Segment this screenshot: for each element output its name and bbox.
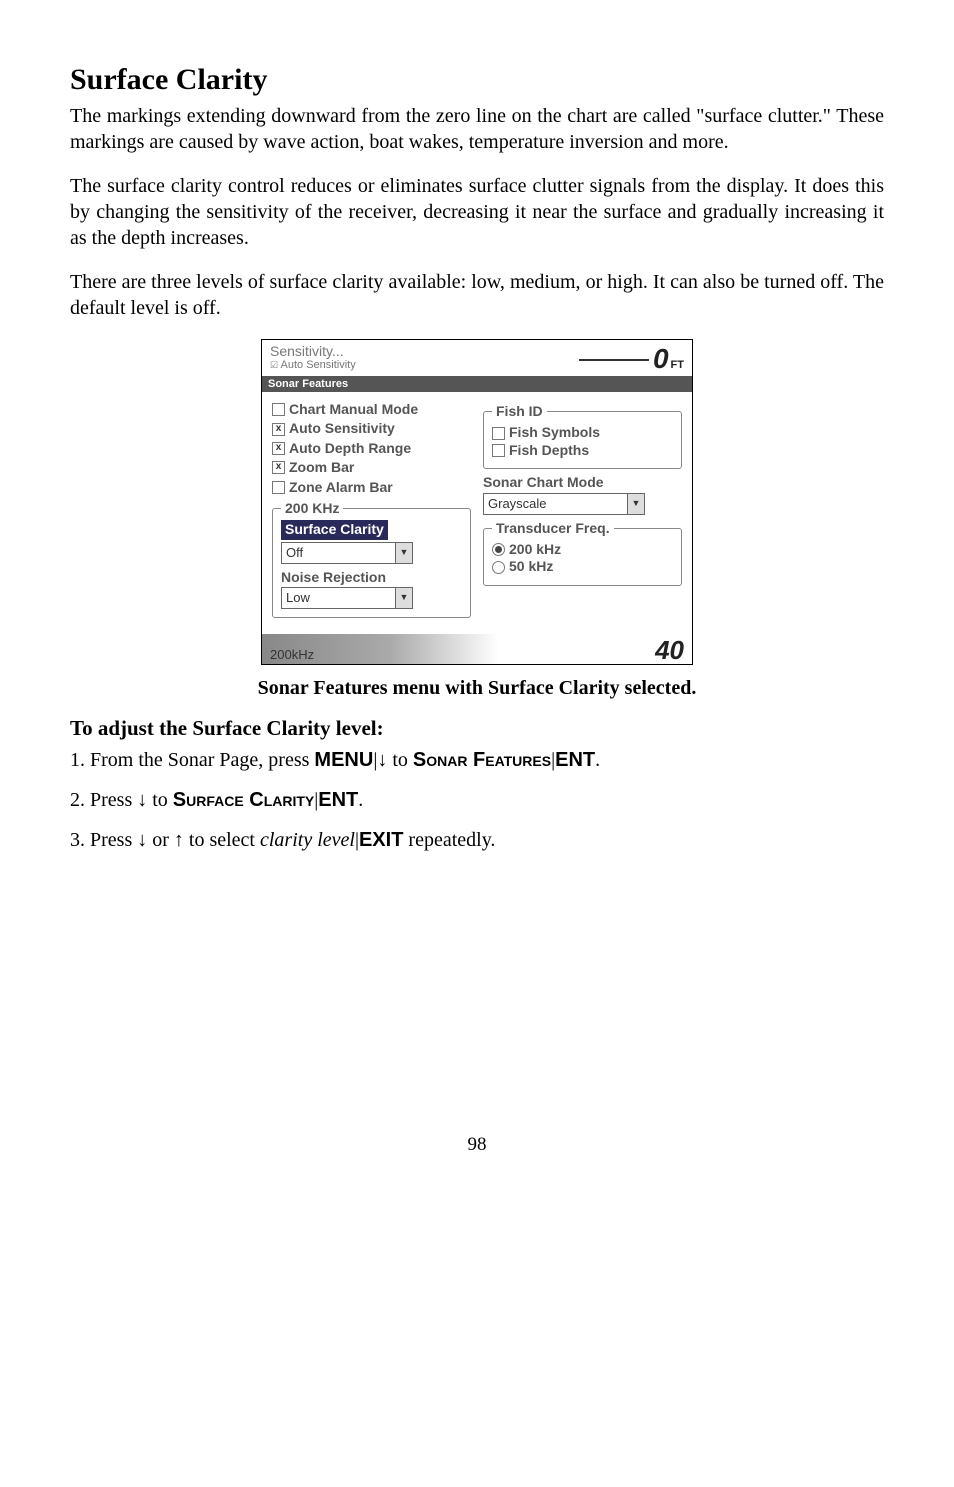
bottom-khz-label: 200kHz (270, 648, 314, 662)
noise-rejection-dropdown[interactable]: Low ▼ (281, 587, 413, 609)
checkbox-icon: x (272, 461, 285, 474)
transducer-freq-legend: Transducer Freq. (492, 521, 614, 536)
fish-depths-label: Fish Depths (509, 443, 589, 458)
checkbox-icon (272, 403, 285, 416)
right-column: Fish ID Fish Symbols Fish Depths Sonar C… (483, 398, 682, 624)
surface-clarity-menuitem: Surface Clarity (173, 789, 314, 811)
transducer-freq-group: Transducer Freq. 200 kHz 50 kHz (483, 521, 682, 586)
bottom-depth-value: 40 (655, 636, 684, 665)
sensitivity-menu-partial: Sensitivity... ☑ Auto Sensitivity (270, 344, 356, 371)
checkbox-icon (492, 427, 505, 440)
left-column: Chart Manual Mode x Auto Sensitivity x A… (272, 398, 471, 624)
zoom-bar-label: Zoom Bar (289, 460, 354, 475)
step-3: 3. Press ↓ or ↑ to select clarity level|… (70, 827, 884, 853)
auto-depth-range-label: Auto Depth Range (289, 441, 411, 456)
surface-clarity-selected[interactable]: Surface Clarity (281, 520, 388, 539)
depth-value-top: 0 (653, 344, 669, 375)
auto-sensitivity-checkbox[interactable]: x Auto Sensitivity (272, 421, 471, 436)
fish-id-legend: Fish ID (492, 404, 547, 419)
menu-key: MENU (314, 749, 373, 771)
ent-key: ENT (555, 749, 595, 771)
page-number: 98 (70, 1133, 884, 1158)
exit-key: EXIT (359, 829, 403, 851)
zoom-bar-checkbox[interactable]: x Zoom Bar (272, 460, 471, 475)
checkbox-icon: x (272, 423, 285, 436)
freq-200-label: 200 kHz (509, 542, 561, 557)
fish-id-group: Fish ID Fish Symbols Fish Depths (483, 404, 682, 469)
depth-line-icon (579, 359, 649, 361)
clarity-level-variable: clarity level (260, 829, 355, 851)
paragraph-3: There are three levels of surface clarit… (70, 269, 884, 321)
freq-50-label: 50 kHz (509, 559, 553, 574)
paragraph-1: The markings extending downward from the… (70, 103, 884, 155)
checkbox-icon (272, 481, 285, 494)
dropdown-arrow-icon: ▼ (627, 494, 644, 514)
depth-readout-top: 0 FT (579, 344, 684, 375)
noise-rejection-value: Low (282, 591, 395, 605)
chart-manual-mode-label: Chart Manual Mode (289, 402, 418, 417)
checkbox-icon (492, 444, 505, 457)
paragraph-2: The surface clarity control reduces or e… (70, 173, 884, 251)
radio-icon (492, 561, 505, 574)
surface-clarity-value: Off (282, 546, 395, 560)
sonar-chart-mode-dropdown[interactable]: Grayscale ▼ (483, 493, 645, 515)
noise-rejection-label: Noise Rejection (281, 570, 462, 585)
auto-sensitivity-label: Auto Sensitivity (289, 421, 395, 436)
sonar-features-panel: Chart Manual Mode x Auto Sensitivity x A… (262, 392, 692, 634)
dropdown-arrow-icon: ▼ (395, 588, 412, 608)
auto-depth-range-checkbox[interactable]: x Auto Depth Range (272, 441, 471, 456)
chart-manual-mode-checkbox[interactable]: Chart Manual Mode (272, 402, 471, 417)
zone-alarm-bar-label: Zone Alarm Bar (289, 480, 393, 495)
fish-depths-checkbox[interactable]: Fish Depths (492, 443, 673, 458)
radio-icon (492, 543, 505, 556)
page-heading: Surface Clarity (70, 60, 884, 99)
device-screenshot: Sensitivity... ☑ Auto Sensitivity 0 FT S… (261, 339, 693, 665)
dropdown-arrow-icon: ▼ (395, 543, 412, 563)
figure-container: Sensitivity... ☑ Auto Sensitivity 0 FT S… (70, 339, 884, 665)
checkbox-icon: x (272, 442, 285, 455)
dialog-title-bar: Sonar Features (262, 376, 692, 392)
fish-symbols-label: Fish Symbols (509, 425, 600, 440)
freq-50-radio[interactable]: 50 kHz (492, 559, 673, 574)
device-bottom-bar: 200kHz 40 (262, 634, 692, 664)
ent-key: ENT (318, 789, 358, 811)
auto-sens-partial: Auto Sensitivity (281, 359, 356, 371)
step-2: 2. Press ↓ to Surface Clarity|ENT. (70, 787, 884, 813)
sonar-features-menuitem: Sonar Features (413, 749, 551, 771)
depth-unit-top: FT (671, 359, 684, 371)
sensitivity-label: Sensitivity... (270, 344, 356, 359)
surface-clarity-dropdown[interactable]: Off ▼ (281, 542, 413, 564)
sonar-chart-mode-value: Grayscale (484, 497, 627, 511)
fish-symbols-checkbox[interactable]: Fish Symbols (492, 425, 673, 440)
procedure-heading: To adjust the Surface Clarity level: (70, 715, 884, 742)
step-1: 1. From the Sonar Page, press MENU|↓ to … (70, 747, 884, 773)
zone-alarm-bar-checkbox[interactable]: Zone Alarm Bar (272, 480, 471, 495)
freq-200-group: 200 KHz Surface Clarity Off ▼ Noise Reje… (272, 501, 471, 618)
sonar-chart-mode-label: Sonar Chart Mode (483, 475, 682, 490)
device-top-bar: Sensitivity... ☑ Auto Sensitivity 0 FT (262, 340, 692, 376)
figure-caption: Sonar Features menu with Surface Clarity… (70, 675, 884, 701)
freq-200-radio[interactable]: 200 kHz (492, 542, 673, 557)
freq-200-legend: 200 KHz (281, 501, 343, 516)
